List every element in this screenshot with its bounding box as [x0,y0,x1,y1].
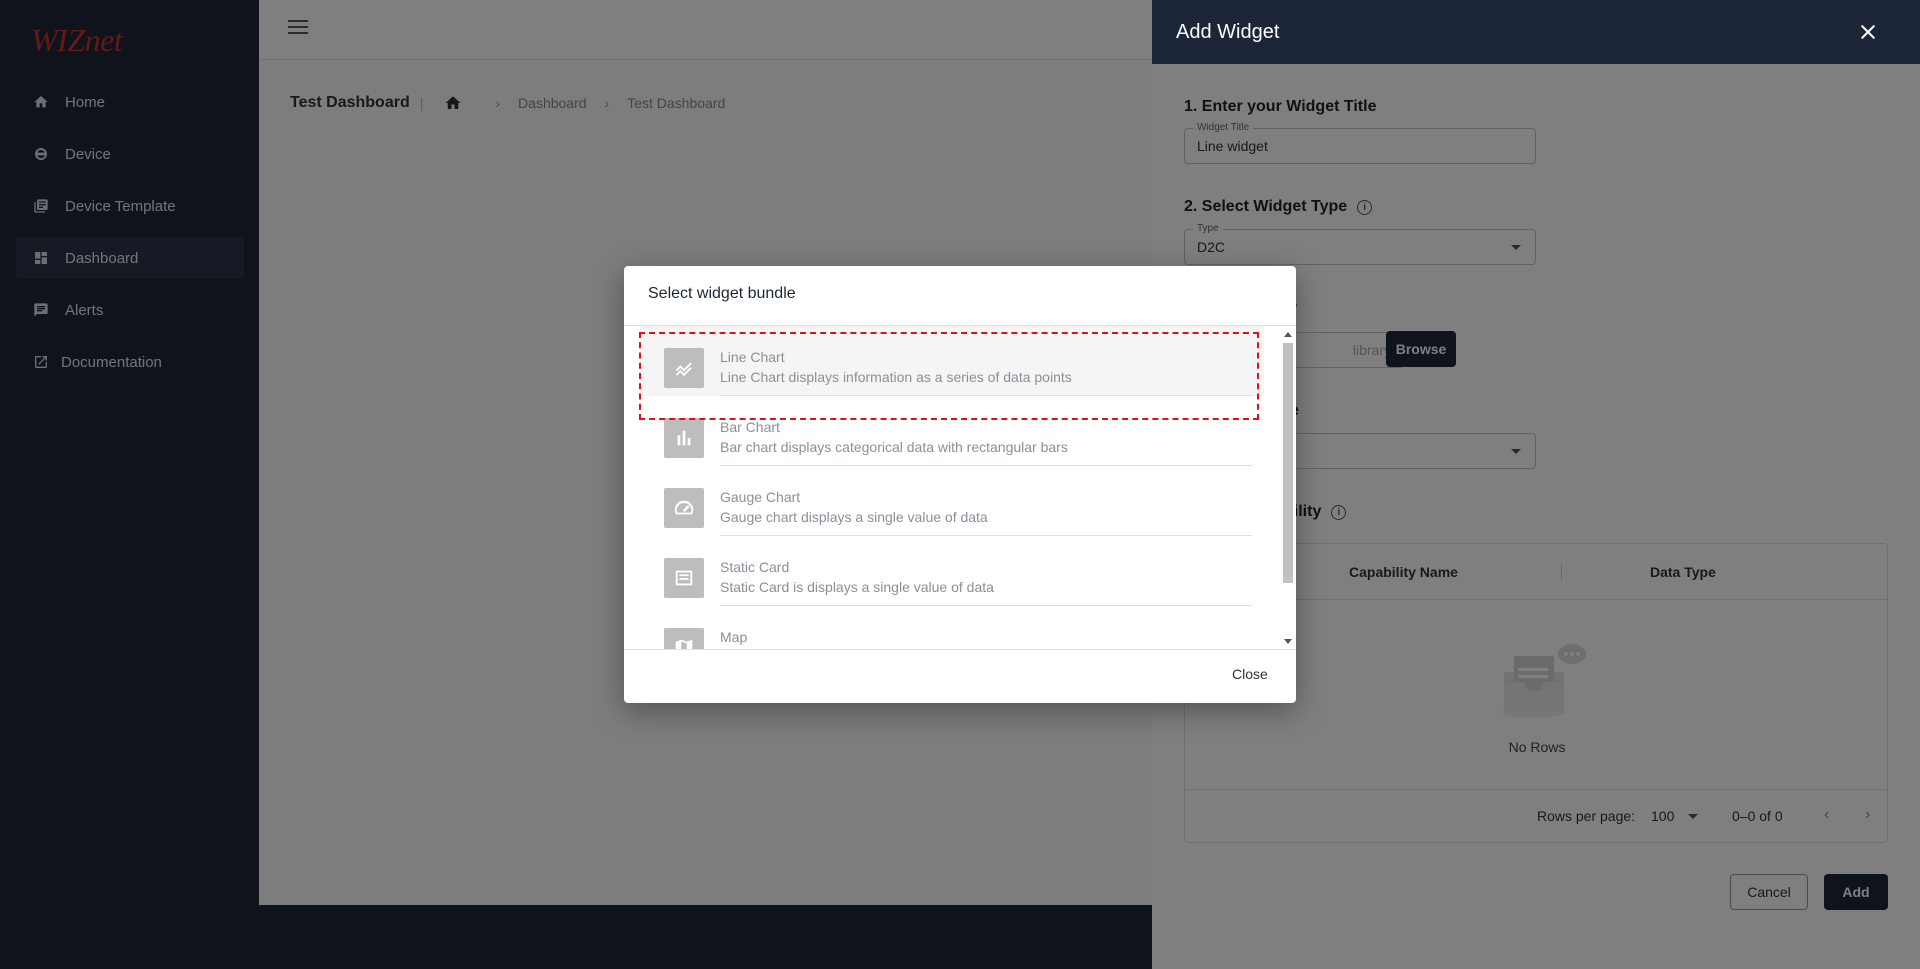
select-widget-bundle-dialog: Select widget bundle Line Chart Line Cha… [624,266,1296,703]
scrollbar-thumb[interactable] [1283,343,1293,583]
widget-bundle-description: Gauge chart displays a single value of d… [720,509,988,525]
widget-bundle-description: Static Card is displays a single value o… [720,579,994,595]
backdrop-sidebar [0,0,259,969]
widget-bundle-description: Bar chart displays categorical data with… [720,439,1068,455]
divider [624,649,1296,650]
drawer-title: Add Widget [1176,20,1280,43]
drawer-header: Add Widget [1152,0,1920,64]
widget-bundle-gauge-chart[interactable]: Gauge Chart Gauge chart displays a singl… [640,466,1264,536]
widget-bundle-name: Bar Chart [720,419,780,435]
map-icon [664,628,704,649]
scroll-up-arrow-icon[interactable] [1284,332,1292,337]
gauge-icon [664,488,704,528]
scrollbar[interactable] [1280,326,1296,649]
widget-bundle-map[interactable]: Map [640,606,1264,649]
bar-chart-icon [664,418,704,458]
card-icon [664,558,704,598]
dialog-title: Select widget bundle [648,285,796,302]
close-icon[interactable] [1856,20,1880,44]
widget-bundle-name: Map [720,629,748,645]
scroll-down-arrow-icon[interactable] [1284,639,1292,644]
widget-bundle-name: Gauge Chart [720,489,801,505]
highlight-annotation [639,332,1259,420]
widget-bundle-name: Static Card [720,559,790,575]
widget-bundle-static-card[interactable]: Static Card Static Card is displays a si… [640,536,1264,606]
close-button[interactable]: Close [1232,666,1268,682]
